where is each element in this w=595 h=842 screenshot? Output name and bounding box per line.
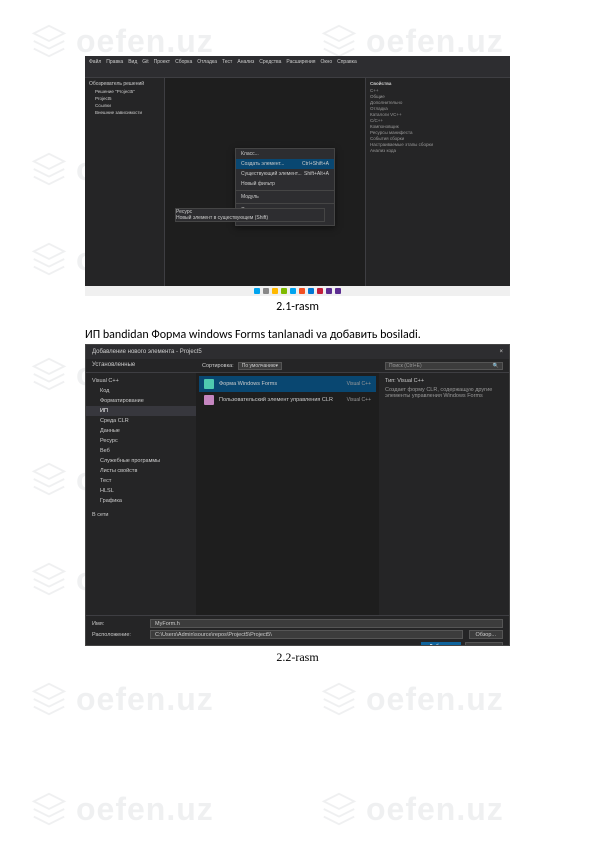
menu-build[interactable]: Сборка [175,59,192,65]
category-root[interactable]: Visual C++ [86,376,196,386]
menu-git[interactable]: Git [142,59,148,65]
dialog-title: Добавление нового элемента - Project5 [92,349,202,355]
search-input[interactable]: Поиск (Ctrl+E) 🔍 [385,362,503,370]
template-item[interactable]: Пользовательский элемент управления CLR … [199,392,376,408]
taskbar-icon[interactable] [317,288,323,294]
taskbar-icon[interactable] [272,288,278,294]
installed-tab[interactable]: Установленные [86,359,196,372]
solution-explorer-title: Обозреватель решений [87,80,162,88]
desc-type: Тип: Visual C++ [385,378,503,384]
compact-view-link[interactable]: Показать компактное представление [92,645,187,646]
category-item[interactable]: Среда CLR [86,416,196,426]
browse-button[interactable]: Обзор... [469,630,503,639]
location-label: Расположение: [92,632,144,638]
context-menu-item[interactable]: Модуль [236,192,334,202]
context-submenu: Ресурс Новый элемент в существующем (Shi… [175,208,325,222]
form-icon [204,379,214,389]
context-menu-item[interactable]: Новый фильтр [236,179,334,189]
menu-ext[interactable]: Расширения [286,59,315,65]
category-item[interactable]: Тест [86,476,196,486]
solution-tree-item[interactable]: Внешние зависимости [87,109,162,116]
dialog-titlebar: Добавление нового элемента - Project5 × [86,345,509,359]
context-menu-item[interactable]: Существующий элемент...Shift+Alt+A [236,169,334,179]
category-online[interactable]: В сети [86,510,196,520]
taskbar-icon[interactable] [326,288,332,294]
ide-editor-area: Класс... Создать элемент...Ctrl+Shift+A … [165,78,365,286]
context-menu-item[interactable]: Создать элемент...Ctrl+Shift+A [236,159,334,169]
menu-edit[interactable]: Правка [106,59,123,65]
menu-help[interactable]: Справка [337,59,357,65]
template-list: Форма Windows Forms Visual C++ Пользоват… [196,373,379,615]
category-item[interactable]: Данные [86,426,196,436]
taskbar-icon[interactable] [254,288,260,294]
category-item[interactable]: Листы свойств [86,466,196,476]
close-icon[interactable]: × [499,349,503,355]
taskbar-icon[interactable] [335,288,341,294]
context-menu-item[interactable]: Класс... [236,149,334,159]
screenshot-vs-ide: Файл Правка Вид Git Проект Сборка Отладк… [85,56,510,296]
ide-toolbar [85,68,510,78]
cancel-button[interactable]: Отмена [465,642,503,646]
menu-analyze[interactable]: Анализ [237,59,254,65]
menu-tools[interactable]: Средства [259,59,281,65]
windows-taskbar [85,286,510,296]
solution-tree-item[interactable]: Решение "Project5" [87,88,162,95]
solution-tree-item[interactable]: Ссылки [87,102,162,109]
solution-explorer: Обозреватель решений Решение "Project5" … [85,78,165,286]
sort-label: Сортировка: [202,363,234,369]
ide-menubar: Файл Правка Вид Git Проект Сборка Отладк… [85,56,510,68]
category-item[interactable]: Код [86,386,196,396]
description-panel: Тип: Visual C++ Создает форму CLR, содер… [379,373,509,615]
location-input[interactable]: C:\Users\Admin\source\repos\Project5\Pro… [150,630,463,639]
template-item-selected[interactable]: Форма Windows Forms Visual C++ [199,376,376,392]
menu-file[interactable]: Файл [89,59,101,65]
category-tree: Visual C++ Код Форматирование ИП Среда C… [86,373,196,615]
taskbar-icon[interactable] [308,288,314,294]
body-paragraph: ИП bandidan Форма windows Forms tanlanad… [85,328,510,342]
category-item-selected[interactable]: ИП [86,406,196,416]
screenshot-add-item-dialog: Добавление нового элемента - Project5 × … [85,344,510,646]
name-input[interactable]: MyForm.h [150,619,503,628]
menu-view[interactable]: Вид [128,59,137,65]
menu-test[interactable]: Тест [222,59,232,65]
category-item[interactable]: HLSL [86,486,196,496]
dialog-footer: Имя: MyForm.h Расположение: C:\Users\Adm… [86,615,509,646]
menu-project[interactable]: Проект [154,59,170,65]
add-button[interactable]: Добавить [421,642,461,646]
taskbar-icon[interactable] [281,288,287,294]
category-item[interactable]: Ресурс [86,436,196,446]
properties-header: Свойства [368,80,508,87]
menu-debug[interactable]: Отладка [197,59,217,65]
figure-caption-2: 2.2-rasm [85,650,510,665]
submenu-item[interactable]: Новый элемент в существующем (Shift) [176,215,324,221]
usercontrol-icon [204,395,214,405]
name-label: Имя: [92,621,144,627]
solution-tree-item[interactable]: Project5 [87,95,162,102]
search-icon: 🔍 [493,363,499,369]
category-item[interactable]: Графика [86,496,196,506]
category-item[interactable]: Форматирование [86,396,196,406]
taskbar-icon[interactable] [290,288,296,294]
desc-text: Создает форму CLR, содержащую другие эле… [385,387,503,399]
properties-panel: Свойства C++ Общие Дополнительно Отладка… [365,78,510,286]
sort-dropdown[interactable]: По умолчанию ▾ [238,362,282,370]
menu-window[interactable]: Окно [320,59,332,65]
taskbar-icon[interactable] [263,288,269,294]
figure-caption-1: 2.1-rasm [85,300,510,314]
category-item[interactable]: Служебные программы [86,456,196,466]
category-item[interactable]: Веб [86,446,196,456]
page-content: Файл Правка Вид Git Проект Сборка Отладк… [0,0,595,705]
prop-section[interactable]: Анализ кода [368,147,508,153]
taskbar-icon[interactable] [299,288,305,294]
